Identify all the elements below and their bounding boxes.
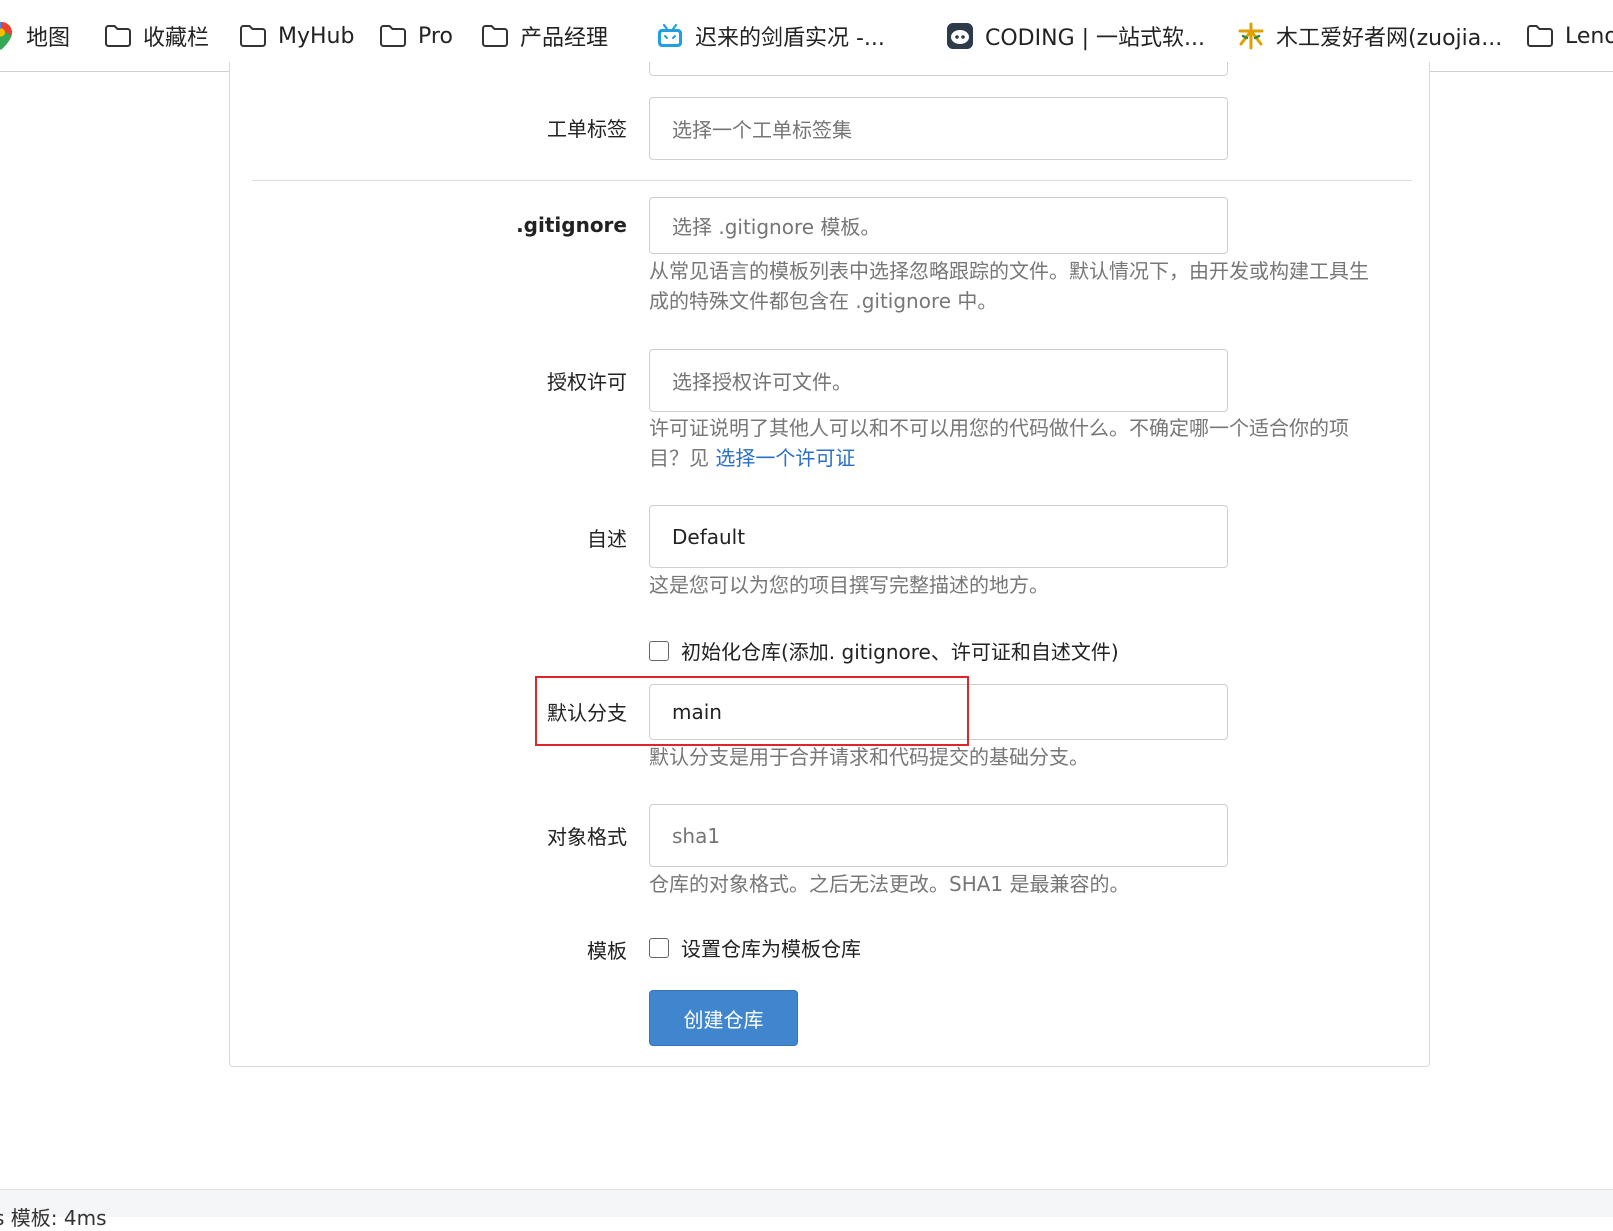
object-format-value: sha1 <box>672 823 721 848</box>
folder-icon <box>238 21 268 51</box>
issue-labels-dropdown[interactable]: 选择一个工单标签集 <box>649 97 1228 160</box>
section-divider <box>252 180 1412 181</box>
folder-icon <box>1525 21 1555 51</box>
coding-icon <box>945 21 975 51</box>
license-label: 授权许可 <box>547 370 627 394</box>
auto-init-checkbox[interactable] <box>649 640 669 661</box>
folder-icon <box>378 21 408 51</box>
template-checkbox-label: 设置仓库为模板仓库 <box>681 937 861 961</box>
auto-init-label: 初始化仓库(添加. gitignore、许可证和自述文件) <box>681 640 1119 664</box>
template-checkbox[interactable] <box>649 937 669 958</box>
license-help-line2: 目？见 <box>649 446 716 470</box>
gitignore-help-line2: 成的特殊文件都包含在 .gitignore 中。 <box>649 289 998 313</box>
bookmark-label: Pro <box>418 23 453 49</box>
bookmark-folder-favorites[interactable]: 收藏栏 <box>103 0 209 72</box>
bookmark-label: 迟来的剑盾实况 -... <box>695 26 885 51</box>
folder-icon <box>103 21 133 51</box>
folder-icon <box>480 21 510 51</box>
bookmark-label: CODING | 一站式软... <box>985 26 1205 51</box>
maps-pin-icon <box>0 21 16 51</box>
gitignore-help: 从常见语言的模板列表中选择忽略跟踪的文件。默认情况下，由开发或构建工具生 成的特… <box>649 256 1409 316</box>
bookmark-label: 产品经理 <box>520 26 609 51</box>
wood-logo-icon <box>1236 21 1266 51</box>
issue-labels-label: 工单标签 <box>547 117 627 141</box>
object-format-dropdown[interactable]: sha1 <box>649 804 1228 867</box>
bookmark-label: MyHub <box>278 23 355 49</box>
default-branch-input[interactable] <box>672 700 1205 724</box>
license-help-line1: 许可证说明了其他人可以和不可以用您的代码做什么。不确定哪一个适合你的项 <box>649 416 1349 440</box>
default-branch-help: 默认分支是用于合并请求和代码提交的基础分支。 <box>649 745 1089 769</box>
gitignore-label: .gitignore <box>516 213 627 237</box>
issue-labels-placeholder: 选择一个工单标签集 <box>672 118 852 142</box>
status-bar <box>0 1189 1613 1217</box>
bookmark-folder-lenovo[interactable]: Leno <box>1525 0 1613 72</box>
object-format-help: 仓库的对象格式。之后无法更改。SHA1 是最兼容的。 <box>649 872 1130 896</box>
readme-value: Default <box>672 524 746 549</box>
bookmark-label: 收藏栏 <box>143 26 210 51</box>
bookmark-maps[interactable]: 地图 <box>0 0 70 72</box>
gitignore-dropdown[interactable]: 选择 .gitignore 模板。 <box>649 197 1228 254</box>
choose-license-link[interactable]: 选择一个许可证 <box>715 446 855 470</box>
template-label: 模板 <box>587 939 627 963</box>
readme-dropdown[interactable]: Default <box>649 505 1228 568</box>
default-branch-label: 默认分支 <box>547 701 627 725</box>
bookmark-label: 地图 <box>26 26 71 51</box>
readme-label: 自述 <box>587 527 627 551</box>
bookmark-label: Leno <box>1565 23 1613 49</box>
bookmark-label: 木工爱好者网(zuojia... <box>1276 26 1503 51</box>
license-dropdown[interactable]: 选择授权许可文件。 <box>649 349 1228 412</box>
create-repo-button[interactable]: 创建仓库 <box>649 990 798 1046</box>
default-branch-field[interactable] <box>649 684 1228 740</box>
license-placeholder: 选择授权许可文件。 <box>672 370 852 394</box>
gitignore-placeholder: 选择 .gitignore 模板。 <box>672 215 881 239</box>
previous-field-edge <box>649 62 1228 76</box>
auto-init-row[interactable]: 初始化仓库(添加. gitignore、许可证和自述文件) <box>649 636 1119 665</box>
bilibili-icon <box>655 21 685 51</box>
readme-help: 这是您可以为您的项目撰写完整描述的地方。 <box>649 573 1049 597</box>
object-format-label: 对象格式 <box>547 825 627 849</box>
template-row[interactable]: 设置仓库为模板仓库 <box>649 933 861 962</box>
gitignore-help-line1: 从常见语言的模板列表中选择忽略跟踪的文件。默认情况下，由开发或构建工具生 <box>649 259 1369 283</box>
license-help: 许可证说明了其他人可以和不可以用您的代码做什么。不确定哪一个适合你的项 目？见 … <box>649 413 1409 473</box>
